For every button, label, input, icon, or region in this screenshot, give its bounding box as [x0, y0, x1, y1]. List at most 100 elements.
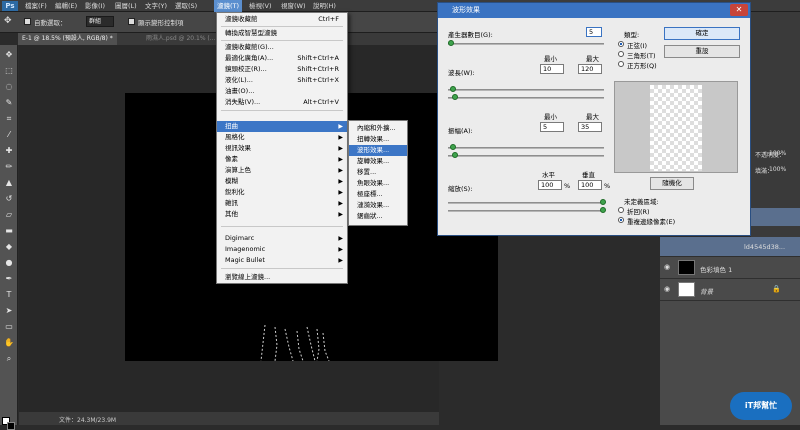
generators-slider-knob[interactable] — [448, 40, 454, 46]
auto-select-checkbox[interactable] — [24, 18, 31, 25]
show-transform-checkbox[interactable] — [128, 18, 135, 25]
menu-select[interactable]: 選取(S) — [172, 0, 200, 12]
menu-filter[interactable]: 濾鏡(T) — [214, 0, 243, 12]
menu-item-video[interactable]: 視訊效果 ▶ — [217, 143, 347, 154]
type-square-radio[interactable] — [618, 61, 624, 67]
amplitude-max-input[interactable]: 35 — [578, 122, 602, 132]
menu-file[interactable]: 檔案(F) — [22, 0, 50, 12]
repeat-edge-radio[interactable] — [618, 217, 624, 223]
amplitude-min-input[interactable]: 5 — [540, 122, 564, 132]
layer-row[interactable]: ◉ 色彩填色 1 — [660, 257, 800, 279]
scale-horizontal-slider-track[interactable] — [448, 202, 604, 204]
wavelength-min-slider-knob[interactable] — [450, 86, 456, 92]
submenu-item-pinch[interactable]: 內縮和外擴... — [349, 123, 407, 134]
type-triangle-radio[interactable] — [618, 51, 624, 57]
eye-icon[interactable]: ◉ — [664, 263, 672, 271]
menu-item-convert-smart-filters[interactable]: 轉換成智慧型濾鏡 — [217, 28, 347, 39]
menu-item-other[interactable]: 其他 ▶ — [217, 209, 347, 220]
scale-horizontal-input[interactable]: 100 — [538, 180, 562, 190]
crop-icon[interactable]: ⌗ — [3, 113, 15, 125]
wavelength-min-input[interactable]: 10 — [540, 64, 564, 74]
generators-input[interactable]: 5 — [586, 27, 602, 37]
menu-item-liquify[interactable]: 液化(L)... Shift+Ctrl+X — [217, 75, 347, 86]
scale-horizontal-slider-knob[interactable] — [600, 199, 606, 205]
eye-icon[interactable]: ◉ — [664, 285, 672, 293]
menu-item-browse-online[interactable]: 瀏覽線上濾鏡... — [217, 272, 347, 283]
path-select-icon[interactable]: ➤ — [3, 305, 15, 317]
reset-button[interactable]: 重設 — [664, 45, 740, 58]
quick-select-icon[interactable]: ✎ — [3, 97, 15, 109]
eyedropper-icon[interactable]: ⁄ — [3, 129, 15, 141]
menu-item-stylize[interactable]: 風格化 ▶ — [217, 132, 347, 143]
submenu-item-polar-spin[interactable]: 旋轉效果... — [349, 156, 407, 167]
submenu-item-displace[interactable]: 移置... — [349, 167, 407, 178]
menu-item-render[interactable]: 演算上色 ▶ — [217, 165, 347, 176]
menu-item-digimarc[interactable]: Digimarc ▶ — [217, 233, 347, 244]
shape-icon[interactable]: ▭ — [3, 321, 15, 333]
submenu-item-twirl[interactable]: 扭轉效果... — [349, 134, 407, 145]
ok-button[interactable]: 確定 — [664, 27, 740, 40]
opacity-value[interactable]: 100% — [769, 150, 786, 157]
menu-window[interactable]: 視窗(W) — [278, 0, 309, 12]
submenu-item-ripple[interactable]: 漣漪效果... — [349, 200, 407, 211]
menu-item-last-filter[interactable]: 濾鏡收藏館 Ctrl+F — [217, 14, 347, 25]
menu-item-oil-paint[interactable]: 油畫(O)... — [217, 86, 347, 97]
menu-item-filter-gallery[interactable]: 濾鏡收藏館(G)... — [217, 42, 347, 53]
brush-icon[interactable]: ✏ — [3, 161, 15, 173]
scale-vertical-input[interactable]: 100 — [578, 180, 602, 190]
move-icon[interactable]: ✥ — [3, 49, 15, 61]
type-sine-radio[interactable] — [618, 41, 624, 47]
menu-type[interactable]: 文字(Y) — [142, 0, 170, 12]
tab-document-1[interactable]: E-1 @ 18.5% (預設人, RGB/8) * — [18, 33, 117, 45]
background-color-swatch[interactable] — [7, 422, 15, 430]
wavelength-min-slider-track[interactable] — [448, 89, 604, 91]
dialog-title[interactable]: 波形效果 — [438, 3, 750, 18]
amplitude-min-slider-track[interactable] — [448, 147, 604, 149]
blur-icon[interactable]: ◆ — [3, 241, 15, 253]
submenu-item-polar-coordinates[interactable]: 極座標... — [349, 189, 407, 200]
menu-item-distort[interactable]: 扭曲 ▶ — [217, 121, 347, 132]
gradient-icon[interactable]: ▬ — [3, 225, 15, 237]
submenu-item-spherize[interactable]: 魚眼效果... — [349, 178, 407, 189]
zoom-icon[interactable]: ⌕ — [3, 353, 15, 365]
submenu-item-zigzag[interactable]: 鋸齒狀... — [349, 211, 407, 222]
randomize-button[interactable]: 隨機化 — [650, 177, 694, 190]
menu-layer[interactable]: 圖層(L) — [112, 0, 140, 12]
amplitude-max-slider-track[interactable] — [448, 155, 604, 157]
menu-item-pixelate[interactable]: 像素 ▶ — [217, 154, 347, 165]
stamp-icon[interactable]: ▲ — [3, 177, 15, 189]
amplitude-max-slider-knob[interactable] — [452, 152, 458, 158]
menu-item-imagenomic[interactable]: Imagenomic ▶ — [217, 244, 347, 255]
wavelength-max-slider-knob[interactable] — [452, 94, 458, 100]
fill-value[interactable]: 100% — [769, 166, 786, 173]
eraser-icon[interactable]: ▱ — [3, 209, 15, 221]
menu-item-blur[interactable]: 模糊 ▶ — [217, 176, 347, 187]
lasso-icon[interactable]: ◌ — [3, 81, 15, 93]
menu-edit[interactable]: 編輯(E) — [52, 0, 80, 12]
tab-document-2[interactable]: 雨濕人.psd @ 20.1% (... — [142, 33, 220, 45]
layer-row[interactable]: ◉ 背景 🔒 — [660, 279, 800, 301]
menu-view[interactable]: 檢視(V) — [246, 0, 275, 12]
dodge-icon[interactable]: ● — [3, 257, 15, 269]
history-brush-icon[interactable]: ↺ — [3, 193, 15, 205]
menu-item-adaptive-wide-angle[interactable]: 最適化廣角(A)... Shift+Ctrl+A — [217, 53, 347, 64]
wavelength-max-slider-track[interactable] — [448, 97, 604, 99]
submenu-item-wave[interactable]: 波形效果... — [349, 145, 407, 156]
marquee-icon[interactable]: ⬚ — [3, 65, 15, 77]
amplitude-min-slider-knob[interactable] — [450, 144, 456, 150]
auto-select-dropdown[interactable]: 群組 — [86, 16, 114, 27]
move-tool-icon[interactable]: ✥ — [4, 16, 14, 28]
wavelength-max-input[interactable]: 120 — [578, 64, 602, 74]
wrap-around-radio[interactable] — [618, 207, 624, 213]
menu-help[interactable]: 說明(H) — [310, 0, 339, 12]
type-icon[interactable]: T — [3, 289, 15, 301]
menu-item-magic-bullet[interactable]: Magic Bullet ▶ — [217, 255, 347, 266]
scale-vertical-slider-knob[interactable] — [600, 207, 606, 213]
menu-item-sharpen[interactable]: 銳利化 ▶ — [217, 187, 347, 198]
menu-item-noise[interactable]: 雜訊 ▶ — [217, 198, 347, 209]
pen-icon[interactable]: ✒ — [3, 273, 15, 285]
scale-vertical-slider-track[interactable] — [448, 210, 604, 212]
healing-icon[interactable]: ✚ — [3, 145, 15, 157]
layer-row[interactable]: ld4545d38... — [660, 237, 800, 257]
generators-slider-track[interactable] — [448, 43, 604, 45]
